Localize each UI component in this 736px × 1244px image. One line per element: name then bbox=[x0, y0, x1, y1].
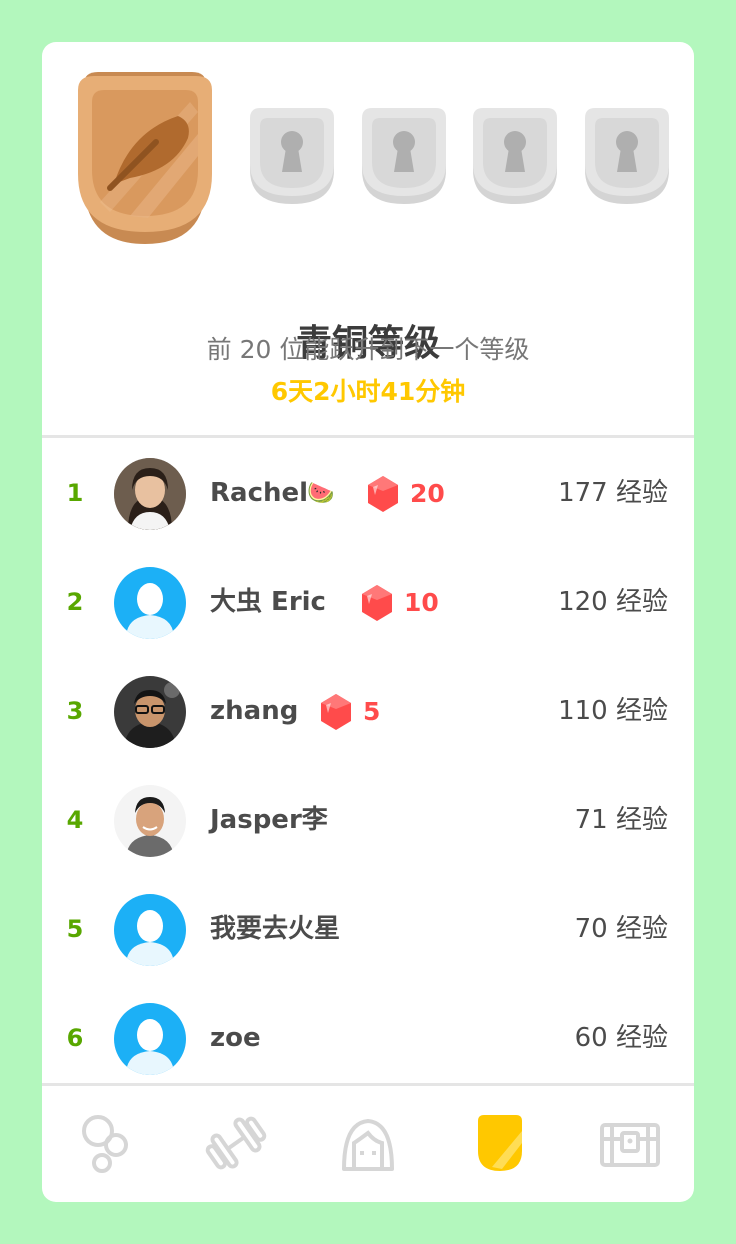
user-avatar[interactable] bbox=[114, 676, 186, 748]
rank-number: 5 bbox=[66, 915, 84, 943]
default-avatar-icon[interactable] bbox=[114, 1003, 186, 1075]
leaderboard-row[interactable]: 4 Jasper李 71 经验 bbox=[42, 766, 694, 875]
xp-value: 110 经验 bbox=[558, 696, 668, 726]
leaderboard-row[interactable]: 2 大虫 Eric 10 120 经验 bbox=[42, 548, 694, 657]
username: zoe bbox=[210, 1023, 261, 1053]
profile-icon[interactable] bbox=[336, 1111, 400, 1175]
user-avatar[interactable] bbox=[114, 785, 186, 857]
bottom-nav bbox=[42, 1087, 694, 1202]
user-avatar[interactable] bbox=[114, 458, 186, 530]
username: zhang bbox=[210, 696, 299, 726]
rank-number: 6 bbox=[66, 1024, 84, 1052]
default-avatar-icon[interactable] bbox=[114, 567, 186, 639]
xp-value: 60 经验 bbox=[574, 1023, 668, 1053]
username: 我要去火星 bbox=[210, 914, 341, 944]
leaderboard-row[interactable]: 1 Rachel 🍉 20 177 经验 bbox=[42, 439, 694, 548]
league-badges bbox=[42, 42, 694, 262]
gem-icon bbox=[321, 694, 351, 730]
locked-league-badge-icon bbox=[362, 108, 446, 204]
practice-dumbbell-icon[interactable] bbox=[204, 1111, 268, 1175]
xp-value: 120 经验 bbox=[558, 587, 668, 617]
xp-value: 177 经验 bbox=[558, 478, 668, 508]
username: Jasper李 bbox=[210, 805, 328, 835]
leaderboard-row[interactable]: 3 zhang 5 110 经验 bbox=[42, 657, 694, 766]
learn-icon[interactable] bbox=[74, 1111, 138, 1175]
gem-count: 5 bbox=[363, 697, 381, 726]
locked-league-badge-icon bbox=[250, 108, 334, 204]
watermelon-emoji: 🍉 bbox=[307, 481, 335, 506]
leaderboard-card: 青铜等级 前 20 位能跃升到下一个等级 6天2小时41分钟 1 Rachel … bbox=[42, 42, 694, 1202]
xp-value: 70 经验 bbox=[574, 914, 668, 944]
league-timer: 6天2小时41分钟 bbox=[270, 377, 466, 406]
default-avatar-icon[interactable] bbox=[114, 894, 186, 966]
locked-league-badge-icon bbox=[585, 108, 669, 204]
username: 大虫 Eric bbox=[210, 587, 326, 617]
gem-count: 20 bbox=[410, 479, 445, 508]
rank-number: 2 bbox=[66, 588, 84, 616]
leaderboard-list: 1 Rachel 🍉 20 177 经验 2 大虫 Eric 10 120 经验… bbox=[42, 439, 694, 1084]
shop-chest-icon[interactable] bbox=[598, 1111, 662, 1175]
rank-number: 1 bbox=[66, 479, 84, 507]
bronze-league-badge-icon bbox=[78, 72, 212, 244]
nav-divider bbox=[42, 1083, 694, 1086]
leaderboard-shield-icon[interactable] bbox=[468, 1111, 532, 1175]
leaderboard-row[interactable]: 6 zoe 60 经验 bbox=[42, 984, 694, 1084]
username: Rachel bbox=[210, 478, 309, 508]
locked-league-badge-icon bbox=[473, 108, 557, 204]
gem-count: 10 bbox=[404, 588, 439, 617]
gem-icon bbox=[368, 476, 398, 512]
xp-value: 71 经验 bbox=[574, 805, 668, 835]
leaderboard-row[interactable]: 5 我要去火星 70 经验 bbox=[42, 875, 694, 984]
league-subtitle: 前 20 位能跃升到下一个等级 bbox=[206, 335, 530, 364]
gem-icon bbox=[362, 585, 392, 621]
rank-number: 4 bbox=[66, 806, 84, 834]
header-divider bbox=[42, 435, 694, 438]
rank-number: 3 bbox=[66, 697, 84, 725]
